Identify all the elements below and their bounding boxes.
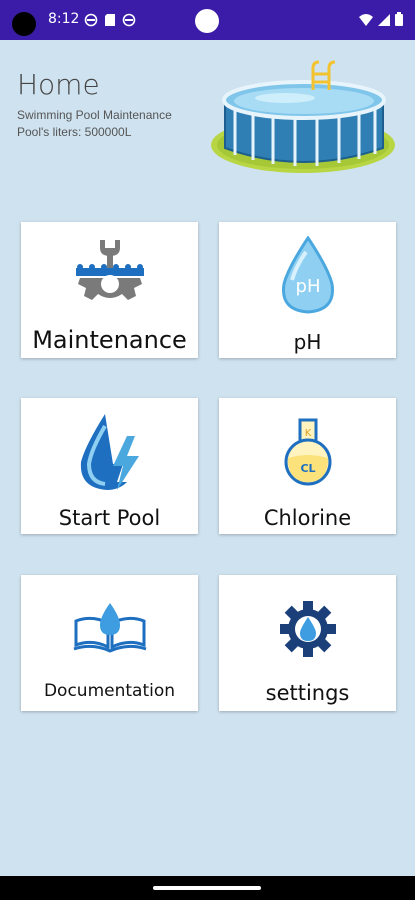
book-drop-icon: [73, 603, 146, 653]
page-title: Home: [17, 68, 100, 101]
camera-cutout: [12, 12, 36, 36]
gear-drop-icon: [279, 601, 336, 657]
chlorine-label: Chlorine: [263, 506, 352, 530]
status-icons-left: [84, 13, 136, 27]
subtitle: Swimming Pool Maintenance Pool's liters:…: [17, 107, 217, 141]
navigation-bar: [0, 876, 415, 900]
status-bar: 8:12: [0, 0, 415, 40]
header: Home Swimming Pool Maintenance Pool's li…: [17, 68, 217, 141]
start-pool-card[interactable]: Start Pool: [21, 398, 198, 534]
svg-text:pH: pH: [295, 276, 320, 297]
ph-card[interactable]: pH pH: [219, 222, 396, 358]
wifi-icon: [359, 14, 373, 26]
water-lightning-icon: [80, 414, 139, 490]
pool-liters-text: Pool's liters: 500000L: [17, 125, 132, 139]
chlorine-card[interactable]: K CL Chlorine: [219, 398, 396, 534]
sd-card-icon: [105, 14, 115, 26]
ph-label: pH: [293, 330, 322, 354]
subtitle-text: Swimming Pool Maintenance: [17, 108, 172, 122]
status-time: 8:12: [48, 11, 80, 27]
svg-text:K: K: [304, 428, 311, 439]
pool-illustration: [211, 60, 395, 173]
chlorine-flask-icon: K CL: [284, 418, 331, 486]
documentation-label: Documentation: [43, 681, 176, 701]
front-camera: [195, 9, 219, 33]
vpn-icon: [84, 13, 98, 27]
svg-text:CL: CL: [300, 462, 315, 475]
status-icons-right: [359, 12, 403, 26]
vpn-icon: [122, 13, 136, 27]
battery-icon: [395, 12, 403, 26]
wrench-gear-icon: [75, 240, 144, 300]
ph-drop-icon: pH: [281, 236, 334, 314]
signal-icon: [378, 14, 390, 26]
start-pool-label: Start Pool: [58, 506, 161, 530]
maintenance-card[interactable]: Maintenance: [21, 222, 198, 358]
home-gesture-handle[interactable]: [153, 886, 261, 890]
settings-label: settings: [265, 681, 350, 705]
documentation-card[interactable]: Documentation: [21, 575, 198, 711]
settings-card[interactable]: settings: [219, 575, 396, 711]
maintenance-label: Maintenance: [32, 326, 187, 354]
